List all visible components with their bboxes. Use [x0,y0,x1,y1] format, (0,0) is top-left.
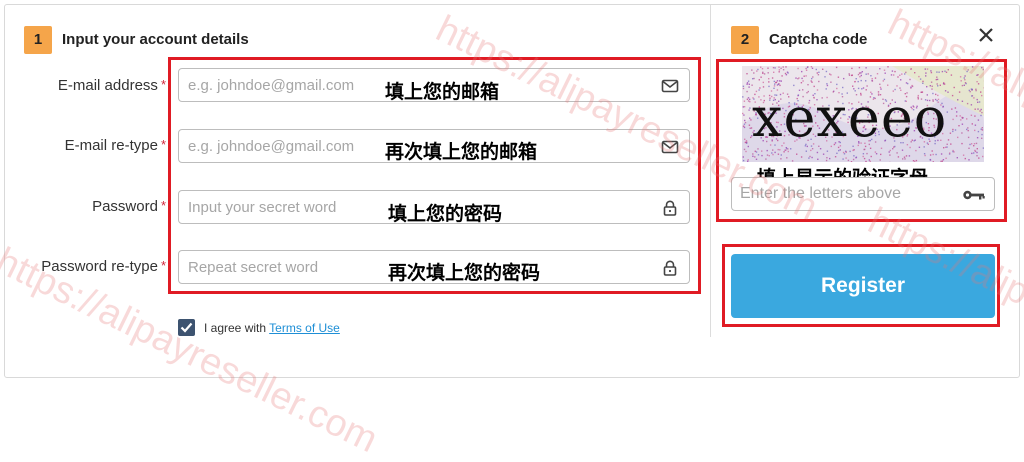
fields-highlight-box [168,57,701,294]
password-label: Password* [92,198,166,215]
checkmark-icon [178,319,195,336]
email-label: E-mail address* [58,77,166,94]
step-1-badge: 1 [24,26,52,54]
register-highlight-box [722,244,1000,327]
step-2-badge: 2 [731,26,759,54]
email-retype-label: E-mail re-type* [65,137,166,154]
agree-text: I agree with [204,321,266,335]
captcha-highlight-box [716,59,1007,222]
step-2-title: Captcha code [769,31,867,48]
step-1-title: Input your account details [62,31,249,48]
agree-checkbox[interactable] [178,319,195,336]
panel-divider [710,5,711,337]
password-retype-label: Password re-type* [41,258,166,275]
terms-of-use-link[interactable]: Terms of Use [269,321,340,335]
close-icon[interactable] [975,24,997,46]
